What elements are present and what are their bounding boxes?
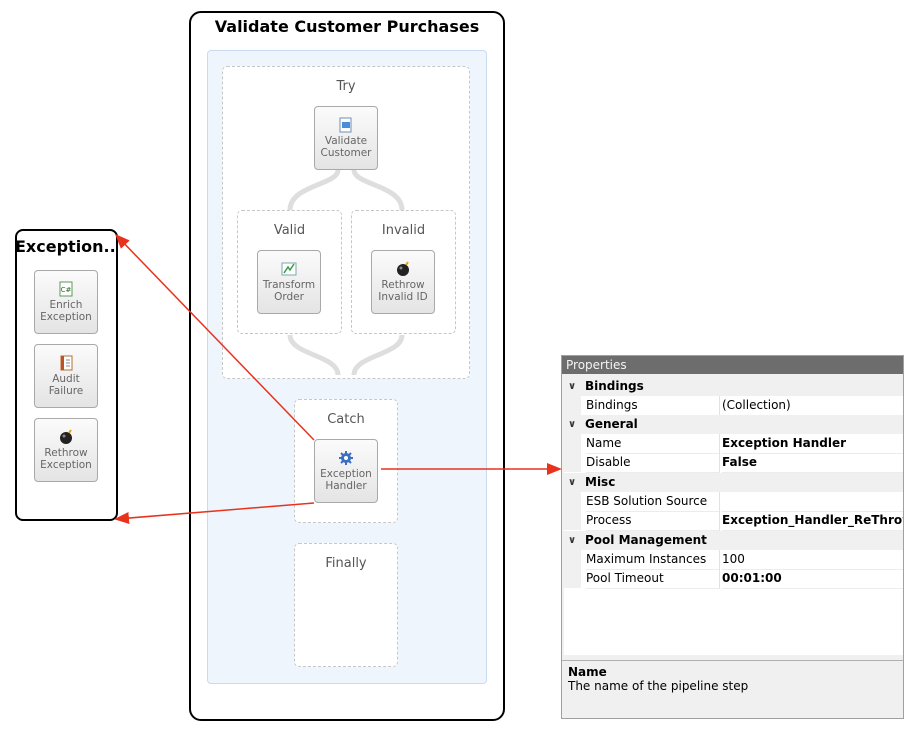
property-row[interactable]: Name Exception Handler	[564, 434, 903, 454]
exception-workflow-title: Exception...	[15, 237, 118, 256]
validate-customer-activity[interactable]: Validate Customer	[314, 106, 378, 170]
svg-text:C#: C#	[61, 286, 72, 294]
property-value[interactable]: 100	[722, 550, 903, 570]
validate-icon	[339, 117, 352, 133]
property-value[interactable]: False	[722, 453, 903, 473]
category-general[interactable]: ∨ General	[564, 415, 903, 434]
property-name: ESB Solution Source	[586, 492, 720, 512]
property-value[interactable]: (Collection)	[722, 396, 903, 416]
rethrow-exception-activity[interactable]: Rethrow Exception	[34, 418, 98, 482]
property-row[interactable]: Bindings (Collection)	[564, 396, 903, 416]
properties-header: Properties	[562, 356, 903, 374]
property-description: Name The name of the pipeline step	[562, 660, 903, 718]
property-value[interactable]: Exception Handler	[722, 434, 903, 454]
property-grid[interactable]: ∨ Bindings Bindings (Collection) ∨ Gener…	[564, 377, 903, 655]
property-name: Process	[586, 511, 720, 531]
property-value[interactable]: Exception_Handler_ReThrow	[722, 511, 903, 531]
property-row[interactable]: Disable False	[564, 453, 903, 473]
validate-customer-label: Validate Customer	[320, 135, 372, 159]
bomb-icon	[397, 261, 409, 276]
exception-handler-label: Exception Handler	[320, 468, 372, 492]
csharp-icon: C#	[59, 281, 73, 297]
enrich-exception-label: Enrich Exception	[40, 299, 92, 323]
log-book-icon	[60, 355, 73, 371]
property-name: Maximum Instances	[586, 550, 720, 570]
property-name: Bindings	[586, 396, 720, 416]
transform-icon	[281, 262, 297, 276]
collapse-icon[interactable]: ∨	[568, 473, 576, 492]
property-row[interactable]: ESB Solution Source	[564, 492, 903, 512]
collapse-icon[interactable]: ∨	[568, 377, 576, 396]
rethrow-invalid-id-label: Rethrow Invalid ID	[378, 279, 428, 303]
audit-failure-activity[interactable]: Audit Failure	[34, 344, 98, 408]
category-pool-management[interactable]: ∨ Pool Management	[564, 531, 903, 550]
gear-icon	[339, 451, 353, 465]
enrich-exception-activity[interactable]: C# Enrich Exception	[34, 270, 98, 334]
category-misc[interactable]: ∨ Misc	[564, 473, 903, 492]
rethrow-exception-label: Rethrow Exception	[40, 447, 92, 471]
exception-handler-activity[interactable]: Exception Handler	[314, 439, 378, 503]
rethrow-invalid-id-activity[interactable]: Rethrow Invalid ID	[371, 250, 435, 314]
description-title: Name	[568, 665, 607, 679]
bomb-icon	[60, 429, 72, 444]
property-name: Disable	[586, 453, 720, 473]
property-row[interactable]: Process Exception_Handler_ReThrow	[564, 511, 903, 531]
property-name: Name	[586, 434, 720, 454]
collapse-icon[interactable]: ∨	[568, 531, 576, 550]
property-name: Pool Timeout	[586, 569, 720, 589]
audit-failure-label: Audit Failure	[48, 373, 84, 397]
category-bindings[interactable]: ∨ Bindings	[564, 377, 903, 396]
property-value[interactable]	[722, 492, 903, 512]
property-value[interactable]: 00:01:00	[722, 569, 903, 589]
transform-order-activity[interactable]: Transform Order	[257, 250, 321, 314]
transform-order-label: Transform Order	[262, 279, 316, 303]
description-text: The name of the pipeline step	[568, 679, 749, 693]
collapse-icon[interactable]: ∨	[568, 415, 576, 434]
property-row[interactable]: Pool Timeout 00:01:00	[564, 569, 903, 589]
property-row[interactable]: Maximum Instances 100	[564, 550, 903, 570]
